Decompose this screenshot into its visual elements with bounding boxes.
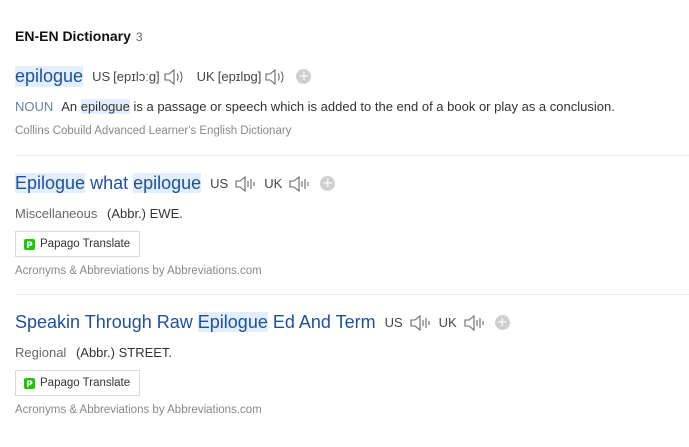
entry-1-headline: epilogue US [epɪlɔːg] UK [epɪlɒg] + xyxy=(15,66,312,87)
source-label: Acronyms & Abbreviations by Abbreviation… xyxy=(15,404,262,416)
speaker-icon[interactable] xyxy=(264,68,286,86)
definition-text-post: is a passage or speech which is added to… xyxy=(133,99,615,114)
abbreviation-text: (Abbr.) STREET. xyxy=(75,345,173,360)
abbreviation-text: (Abbr.) EWE. xyxy=(107,206,183,221)
result-count: 3 xyxy=(135,30,143,44)
source-label: Collins Cobuild Advanced Learner's Engli… xyxy=(15,125,292,137)
headword-highlight: Epilogue xyxy=(15,173,86,193)
uk-label: UK xyxy=(264,176,283,191)
us-pronunciation: US [epɪlɔːg] xyxy=(92,68,185,86)
category-label: Regional xyxy=(15,345,67,360)
definition-line: Regional (Abbr.) STREET. xyxy=(15,345,172,360)
part-of-speech: NOUN xyxy=(15,99,54,114)
headword-highlight: epilogue xyxy=(133,173,202,193)
definition-text-pre: An xyxy=(61,99,78,114)
headword-text: Speakin Through Raw xyxy=(15,312,198,332)
speaker-icon[interactable] xyxy=(234,175,256,193)
us-label: US xyxy=(384,315,403,330)
dictionary-entry-2: Epilogue what epilogue US UK + Miscellan… xyxy=(15,155,689,294)
headword-link[interactable]: Speakin Through Raw Epilogue Ed And Term xyxy=(15,312,376,333)
speaker-icon[interactable] xyxy=(409,314,431,332)
papago-translate-button[interactable]: Papago Translate xyxy=(15,231,141,257)
plus-icon[interactable]: + xyxy=(296,69,312,84)
section-title-text: EN-EN Dictionary xyxy=(15,28,131,44)
definition-highlight: epilogue xyxy=(80,99,130,114)
us-label: US xyxy=(210,176,229,191)
definition-line: Miscellaneous (Abbr.) EWE. xyxy=(15,206,183,221)
plus-icon[interactable]: + xyxy=(494,315,510,330)
us-pronunciation: US xyxy=(385,314,431,332)
source-label: Acronyms & Abbreviations by Abbreviation… xyxy=(15,265,262,277)
speaker-icon[interactable] xyxy=(288,175,310,193)
uk-ipa: [epɪlɒg] xyxy=(217,69,262,84)
headword-text: what xyxy=(85,173,134,193)
papago-translate-label: Papago Translate xyxy=(40,377,131,389)
dictionary-entry-3: Speakin Through Raw Epilogue Ed And Term… xyxy=(15,294,689,435)
papago-translate-label: Papago Translate xyxy=(40,238,131,250)
us-label: US xyxy=(92,69,111,84)
dictionary-entry-1: epilogue US [epɪlɔːg] UK [epɪlɒg] + NOUN… xyxy=(15,62,689,152)
headword-highlight: Epilogue xyxy=(197,312,268,332)
section-title: EN-EN Dictionary 3 xyxy=(15,28,143,44)
plus-icon[interactable]: + xyxy=(320,176,336,191)
headword-link[interactable]: Epilogue what epilogue xyxy=(15,173,202,194)
definition-line: NOUN An epilogue is a passage or speech … xyxy=(15,99,615,114)
us-ipa: [epɪlɔːg] xyxy=(113,69,160,84)
category-label: Miscellaneous xyxy=(15,206,98,221)
uk-pronunciation: UK xyxy=(264,175,310,193)
us-pronunciation: US xyxy=(210,175,256,193)
entry-2-headline: Epilogue what epilogue US UK + xyxy=(15,173,336,194)
headword-link[interactable]: epilogue xyxy=(15,66,84,87)
uk-label: UK xyxy=(438,315,457,330)
dictionary-panel: EN-EN Dictionary 3 epilogue US [epɪlɔːg] … xyxy=(0,0,689,447)
uk-pronunciation: UK xyxy=(439,314,485,332)
papago-logo-icon xyxy=(24,377,35,389)
uk-pronunciation: UK [epɪlɒg] xyxy=(197,68,287,86)
entry-3-headline: Speakin Through Raw Epilogue Ed And Term… xyxy=(15,312,510,333)
headword-text: Ed And Term xyxy=(267,312,376,332)
papago-translate-button[interactable]: Papago Translate xyxy=(15,370,141,396)
speaker-icon[interactable] xyxy=(163,68,185,86)
uk-label: UK xyxy=(196,69,215,84)
speaker-icon[interactable] xyxy=(463,314,485,332)
papago-logo-icon xyxy=(24,238,35,250)
